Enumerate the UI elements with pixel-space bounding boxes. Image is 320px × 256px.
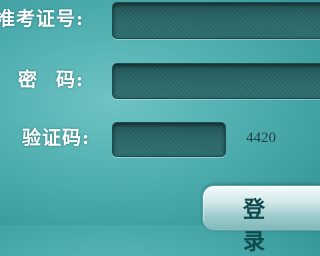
username-input[interactable] [112,2,320,39]
username-label: 准考证号: [0,8,85,30]
password-label-part2: 码: [56,69,85,91]
password-label: 密码: [18,68,84,92]
login-form: 准考证号: 密码: 验证码: 4420 登 录 [0,0,320,255]
password-input[interactable] [112,63,320,99]
login-button[interactable]: 登 录 [202,185,320,255]
password-label-part1: 密 [18,69,39,91]
captcha-label: 验证码: [22,127,91,149]
captcha-input[interactable] [112,122,226,157]
captcha-code[interactable]: 4420 [246,128,276,148]
